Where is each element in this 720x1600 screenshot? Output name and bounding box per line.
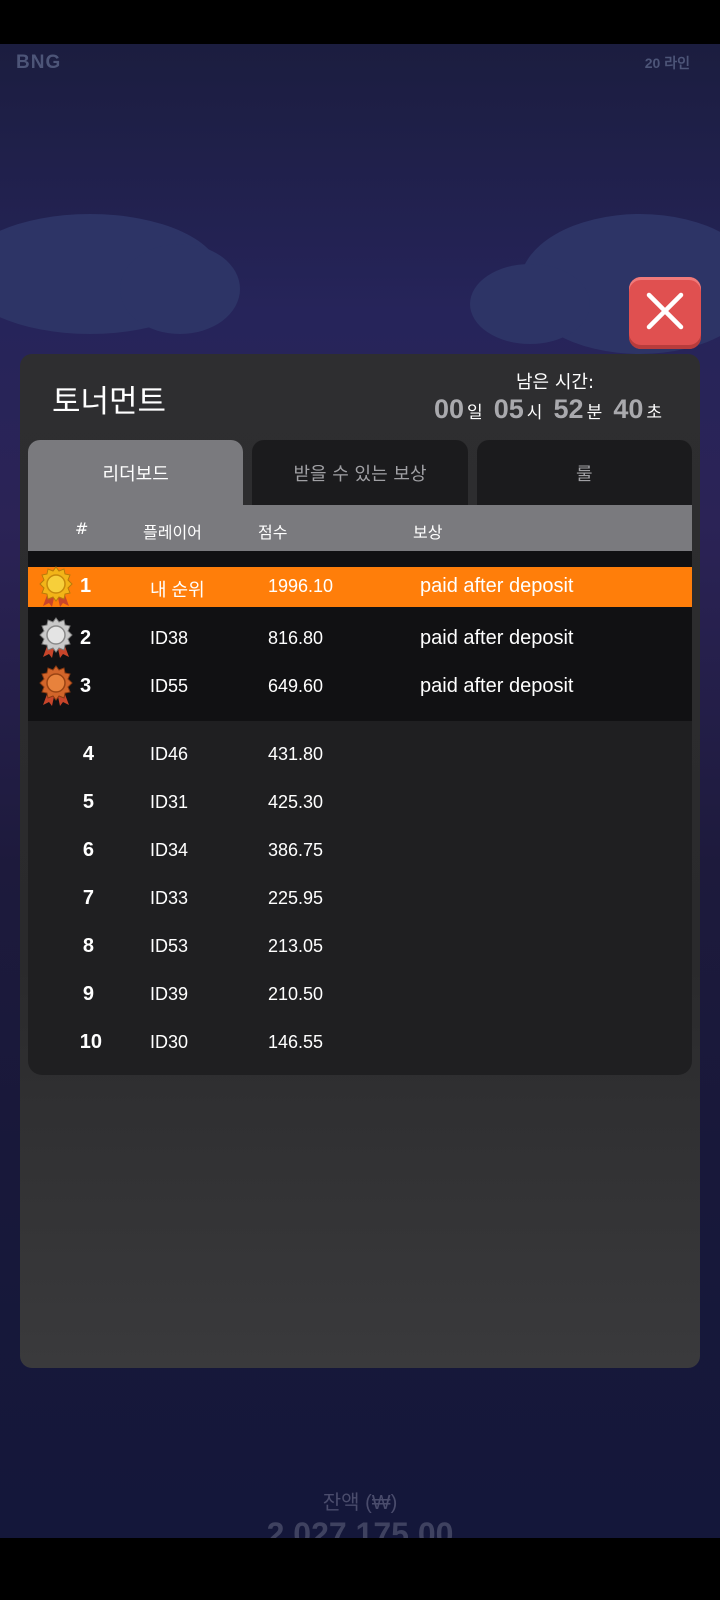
brand-logo: BNG bbox=[16, 52, 62, 73]
tab-rules[interactable]: 룰 bbox=[476, 440, 692, 505]
table-row: 3 ID55 649.60 paid after deposit bbox=[28, 663, 692, 711]
table-row: 4 ID46 431.80 bbox=[28, 731, 692, 779]
tab-rewards[interactable]: 받을 수 있는 보상 bbox=[252, 440, 468, 505]
top-three-block: 1 내 순위 1996.10 paid after deposit 2 ID38 bbox=[28, 551, 692, 721]
row-score: 386.75 bbox=[268, 840, 324, 860]
row-score: 1996.10 bbox=[268, 576, 334, 596]
row-score: 649.60 bbox=[268, 676, 324, 696]
timer-hours: 05 bbox=[493, 394, 524, 424]
leaderboard-table: # 플레이어 점수 보상 1 내 순위 1996.10 paid after d… bbox=[28, 505, 692, 1075]
column-score: 점수 bbox=[258, 523, 288, 542]
gold-medal-icon bbox=[38, 566, 74, 613]
tab-leaderboard-label: 리더보드 bbox=[102, 463, 169, 485]
timer-hours-unit: 시 bbox=[526, 403, 543, 423]
timer-days-unit: 일 bbox=[467, 403, 483, 423]
tab-rules-label: 룰 bbox=[576, 463, 593, 485]
column-reward: 보상 bbox=[413, 523, 443, 542]
balance-label: 잔액 (₩) bbox=[322, 1492, 398, 1514]
row-player: 내 순위 bbox=[150, 580, 205, 600]
close-button[interactable] bbox=[629, 277, 701, 349]
row-rank: 4 bbox=[82, 743, 94, 765]
modal-title: 토너먼트 bbox=[52, 384, 167, 420]
countdown-timer: 00 일 05 시 52 분 40 초 bbox=[434, 394, 662, 425]
row-rank: 2 bbox=[80, 627, 92, 649]
tab-rewards-label: 받을 수 있는 보상 bbox=[293, 463, 427, 485]
row-rank: 1 bbox=[80, 575, 92, 597]
table-row: 2 ID38 816.80 paid after deposit bbox=[28, 615, 692, 663]
row-score: 425.30 bbox=[268, 792, 324, 812]
row-reward: paid after deposit bbox=[420, 575, 574, 597]
silver-medal-icon bbox=[38, 617, 74, 664]
bronze-medal-icon bbox=[38, 665, 74, 712]
timer-minutes: 52 bbox=[553, 394, 584, 424]
table-row: 8 ID53 213.05 bbox=[28, 923, 692, 971]
timer-seconds: 40 bbox=[613, 394, 644, 424]
row-player: ID46 bbox=[150, 744, 189, 764]
table-row: 5 ID31 425.30 bbox=[28, 779, 692, 827]
row-player: ID39 bbox=[150, 984, 189, 1004]
close-icon bbox=[645, 291, 685, 335]
row-player: ID30 bbox=[150, 1032, 189, 1052]
row-reward: paid after deposit bbox=[420, 627, 574, 649]
table-row: 9 ID39 210.50 bbox=[28, 971, 692, 1019]
row-rank: 3 bbox=[80, 675, 92, 697]
timer-minutes-unit: 분 bbox=[586, 403, 603, 423]
row-player: ID53 bbox=[150, 936, 189, 956]
row-score: 431.80 bbox=[268, 744, 324, 764]
status-bar bbox=[0, 0, 720, 44]
row-score: 210.50 bbox=[268, 984, 324, 1004]
column-player: 플레이어 bbox=[143, 523, 202, 542]
row-player: ID34 bbox=[150, 840, 189, 860]
timer-label: 남은 시간: bbox=[515, 372, 595, 393]
row-rank: 10 bbox=[79, 1031, 102, 1053]
table-header: # 플레이어 점수 보상 bbox=[28, 505, 692, 551]
row-score: 146.55 bbox=[268, 1032, 324, 1052]
row-score: 225.95 bbox=[268, 888, 324, 908]
table-row: 7 ID33 225.95 bbox=[28, 875, 692, 923]
row-reward: paid after deposit bbox=[420, 675, 574, 697]
row-score: 816.80 bbox=[268, 628, 324, 648]
row-score: 213.05 bbox=[268, 936, 324, 956]
table-row: 6 ID34 386.75 bbox=[28, 827, 692, 875]
row-player: ID33 bbox=[150, 888, 189, 908]
tab-bar: 리더보드 받을 수 있는 보상 룰 bbox=[28, 440, 692, 505]
table-row: 10 ID30 146.55 bbox=[28, 1019, 692, 1067]
row-player: ID31 bbox=[150, 792, 189, 812]
row-rank: 6 bbox=[82, 839, 94, 861]
timer-seconds-unit: 초 bbox=[646, 403, 662, 423]
row-rank: 8 bbox=[82, 935, 94, 957]
tab-leaderboard[interactable]: 리더보드 bbox=[28, 440, 244, 505]
row-player: ID55 bbox=[150, 676, 189, 696]
timer-days: 00 bbox=[433, 394, 465, 424]
row-player: ID38 bbox=[150, 628, 189, 648]
tournament-modal: 토너먼트 남은 시간: 00 일 05 시 52 분 40 초 리더보드 받을 수 있는… bbox=[20, 354, 700, 1368]
bottom-bar bbox=[0, 1538, 720, 1600]
lines-label: 20 라인 bbox=[644, 55, 690, 71]
column-rank: # bbox=[75, 519, 89, 538]
table-row-my-rank: 1 내 순위 1996.10 paid after deposit bbox=[28, 566, 692, 607]
row-rank: 5 bbox=[82, 791, 94, 813]
remaining-ranks: 4 ID46 431.80 5 ID31 425.30 6 ID34 386.7… bbox=[28, 721, 692, 1067]
row-rank: 9 bbox=[82, 983, 94, 1005]
row-rank: 7 bbox=[82, 887, 94, 909]
